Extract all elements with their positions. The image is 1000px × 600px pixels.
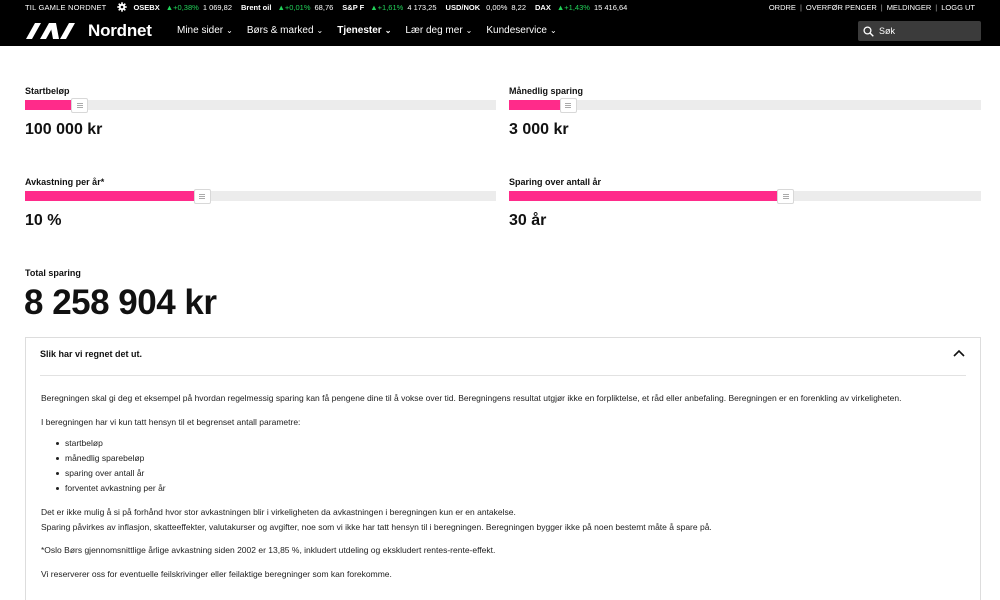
explanation-title[interactable]: Slik har vi regnet det ut. [40, 349, 142, 359]
ticker-quote[interactable]: OSEBX ▲+0,38% 1 069,82 [133, 3, 232, 12]
annual-return-field: Avkastning per år* [25, 177, 104, 187]
start-amount-field: Startbeløp [25, 86, 70, 96]
menu-item-customer-service[interactable]: Kundeservice ⌄ [486, 25, 556, 36]
old-nordnet-link[interactable]: TIL GAMLE NORDNET [25, 3, 106, 12]
footnote-paragraph: *Oslo Børs gjennomsnittlige årlige avkas… [41, 545, 496, 555]
grip-icon [76, 103, 83, 108]
account-links: ORDRE | OVERFØR PENGER | MELDINGER | LOG… [765, 0, 979, 14]
assumption-line-2: Sparing påvirkes av inflasjon, skatteeff… [41, 521, 712, 532]
annual-return-value: 10 % [25, 212, 62, 229]
slider-handle[interactable] [71, 98, 89, 113]
quote-name: OSEBX [133, 2, 160, 12]
nordnet-logo[interactable]: Nordnet [26, 21, 152, 41]
quote-name: Brent oil [241, 2, 272, 12]
assumption-paragraph: Det er ikke mulig å si på forhånd hvor s… [41, 505, 961, 534]
start-amount-label: Startbeløp [25, 86, 70, 96]
quote-change: ▲+1,61% [370, 2, 404, 12]
divider [40, 375, 966, 376]
nordnet-logo-icon [26, 23, 75, 39]
total-saving-value: 8 258 904 kr [24, 283, 217, 322]
transfer-money-link[interactable]: OVERFØR PENGER [802, 3, 881, 12]
list-item: startbeløp [56, 436, 961, 451]
menu-item-services[interactable]: Tjenester ⌄ [337, 25, 391, 36]
slider-fill [509, 191, 779, 201]
quote-value: 68,76 [314, 2, 334, 12]
ticker-quotes: OSEBX ▲+0,38% 1 069,82 Brent oil ▲+0,01%… [133, 3, 636, 12]
gear-icon[interactable] [116, 2, 127, 13]
monthly-saving-label: Månedlig sparing [509, 86, 584, 96]
parameters-intro: I beregningen har vi kun tatt hensyn til… [41, 416, 301, 427]
quote-change: ▲+1,43% [556, 2, 590, 12]
quote-value: 4 173,25 [407, 2, 437, 12]
saving-years-value: 30 år [509, 212, 547, 229]
start-amount-value: 100 000 kr [25, 121, 103, 138]
logo-text: Nordnet [88, 21, 152, 40]
menu-label: Tjenester [337, 24, 382, 36]
search-icon [863, 25, 874, 37]
search-input[interactable]: Søk [858, 21, 981, 41]
search-placeholder: Søk [879, 26, 896, 36]
chevron-down-icon: ⌄ [316, 25, 324, 35]
quote-change: ▲+0,01% [277, 2, 311, 12]
slider-fill [25, 191, 195, 201]
saving-years-field: Sparing over antall år [509, 177, 601, 187]
chevron-down-icon: ⌄ [384, 25, 392, 35]
grip-icon [565, 103, 572, 108]
quote-value: 15 416,64 [593, 2, 628, 12]
menu-item-learn-more[interactable]: Lær deg mer ⌄ [405, 25, 472, 36]
grip-icon [199, 194, 206, 199]
annual-return-label: Avkastning per år* [25, 177, 105, 187]
quote-change: 0,00% [486, 2, 508, 12]
grip-icon [782, 194, 789, 199]
monthly-saving-value: 3 000 kr [509, 121, 569, 138]
list-item: forventet avkastning per år [56, 481, 961, 496]
messages-link[interactable]: MELDINGER [883, 3, 936, 12]
explanation-body: Beregningen skal gi deg et eksempel på h… [41, 391, 961, 590]
annual-return-slider[interactable] [25, 189, 496, 204]
ticker-quote[interactable]: Brent oil ▲+0,01% 68,76 [241, 3, 333, 12]
start-amount-slider[interactable] [25, 98, 496, 113]
saving-years-label: Sparing over antall år [509, 177, 602, 187]
menu-label: Børs & marked [246, 24, 314, 36]
menu-item-market[interactable]: Børs & marked ⌄ [247, 25, 323, 36]
main-menu: Mine sider ⌄ Børs & marked ⌄ Tjenester ⌄ Læ… [177, 14, 571, 46]
assumption-line-1: Det er ikke mulig å si på forhånd hvor s… [41, 507, 516, 517]
slider-handle[interactable] [559, 98, 577, 113]
slider-handle[interactable] [777, 189, 795, 204]
saving-years-slider[interactable] [509, 189, 981, 204]
total-saving-label: Total sparing [25, 268, 81, 278]
menu-label: Lær deg mer [405, 24, 463, 36]
ticker-quote[interactable]: S&P F ▲+1,61% 4 173,25 [342, 3, 436, 12]
monthly-saving-field: Månedlig sparing [509, 86, 583, 96]
explanation-panel: Slik har vi regnet det ut. Beregningen s… [25, 337, 981, 600]
quote-change: ▲+0,38% [165, 2, 199, 12]
slider-fill [509, 100, 561, 110]
chevron-down-icon: ⌄ [226, 25, 233, 35]
slider-handle[interactable] [193, 189, 211, 204]
main-nav: Nordnet Mine sider ⌄ Børs & marked ⌄ Tjene… [0, 14, 1000, 46]
quote-name: USD/NOK [445, 2, 481, 12]
quote-value: 8,22 [511, 2, 527, 12]
disclaimer-paragraph: Beregningen skal gi deg et eksempel på h… [41, 393, 902, 403]
ticker-quote[interactable]: USD/NOK 0,00% 8,22 [446, 3, 526, 12]
orders-link[interactable]: ORDRE [765, 3, 800, 12]
ticker-bar: TIL GAMLE NORDNET OSEBX ▲+0,38% 1 069,82… [0, 0, 1000, 14]
menu-item-my-pages[interactable]: Mine sider ⌄ [177, 25, 233, 36]
quote-name: DAX [535, 2, 551, 12]
chevron-down-icon: ⌄ [465, 25, 473, 35]
monthly-saving-slider[interactable] [509, 98, 981, 113]
quote-value: 1 069,82 [202, 2, 233, 12]
menu-label: Kundeservice [486, 24, 547, 36]
quote-name: S&P F [342, 2, 365, 12]
reservation-paragraph: Vi reserverer oss for eventuelle feilskr… [41, 568, 392, 579]
parameters-list: startbeløp månedlig sparebeløp sparing o… [56, 436, 961, 496]
list-item: sparing over antall år [56, 466, 961, 481]
chevron-down-icon: ⌄ [549, 25, 557, 35]
chevron-up-icon[interactable] [952, 347, 966, 359]
menu-label: Mine sider [177, 24, 224, 36]
slider-fill [25, 100, 73, 110]
ticker-quote[interactable]: DAX ▲+1,43% 15 416,64 [535, 3, 627, 12]
logout-link[interactable]: LOGG UT [937, 3, 979, 12]
list-item: månedlig sparebeløp [56, 451, 961, 466]
